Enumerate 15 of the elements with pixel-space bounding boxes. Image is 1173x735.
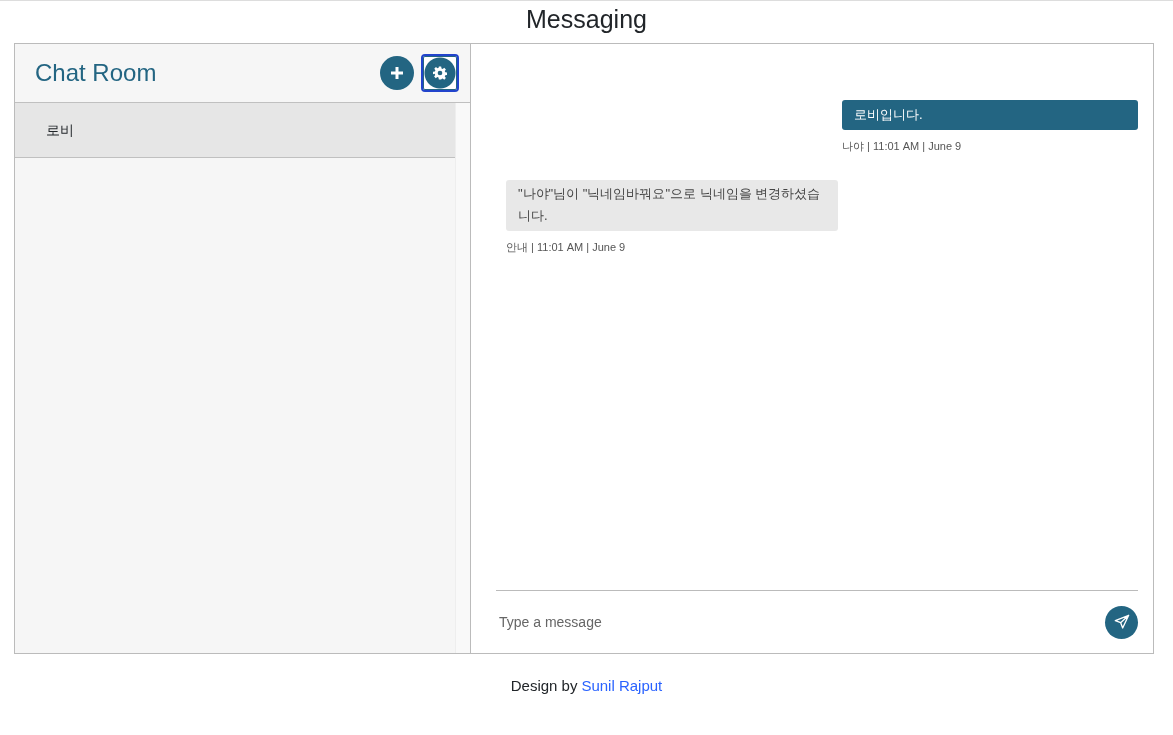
add-button[interactable]	[380, 56, 414, 90]
footer-text: Design by	[510, 677, 578, 694]
author-link[interactable]: Sunil Rajput	[581, 677, 663, 694]
message-meta: 나야 | 11:01 AM | June 9	[842, 139, 963, 154]
paper-plane-icon	[1113, 614, 1130, 630]
settings-button[interactable]	[423, 56, 457, 90]
send-button[interactable]	[1105, 605, 1138, 639]
sidebar-title: Chat Room	[35, 59, 157, 87]
page-title: Messaging	[525, 4, 648, 35]
chat-room-item[interactable]: 로비	[15, 103, 455, 158]
gear-icon	[433, 66, 447, 80]
sent-message: 로비입니다.	[842, 100, 1138, 130]
message-meta: 안내 | 11:01 AM | June 9	[506, 240, 627, 255]
plus-icon	[390, 66, 404, 80]
received-message: "나야"님이 "닉네임바꿔요"으로 닉네임을 변경하셨습니다.	[506, 180, 838, 231]
